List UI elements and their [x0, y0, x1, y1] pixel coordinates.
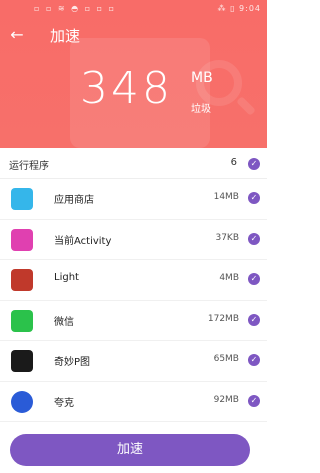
flashlight-icon: [11, 269, 33, 291]
app-name: 应用商店: [54, 195, 94, 206]
select-all-checkbox-icon[interactable]: ✓: [248, 158, 260, 170]
speed-up-button[interactable]: 加速: [10, 434, 250, 466]
status-icons-left: ▫ ▫ ≋ ◓ ▫ ▫ ▫: [34, 4, 117, 13]
list-item[interactable]: 当前Activity 37KB ✓: [0, 219, 267, 260]
app-size: 92MB: [213, 394, 239, 405]
app-list: 应用商店 14MB ✓ 当前Activity 37KB ✓ Light 4MB …: [0, 179, 267, 422]
list-item[interactable]: 夸克 92MB ✓: [0, 381, 267, 422]
magnifier-handle: [236, 96, 256, 116]
status-bar: ▫ ▫ ≋ ◓ ▫ ▫ ▫ ⁂ ▯ 9:04: [0, 0, 267, 18]
checkbox-icon[interactable]: ✓: [248, 192, 260, 204]
back-arrow-icon[interactable]: ←: [8, 26, 26, 44]
app-size: 37KB: [215, 232, 239, 243]
app-name: 夸克: [54, 397, 74, 409]
checkbox-icon[interactable]: ✓: [248, 273, 260, 285]
section-title: 运行程序: [9, 161, 49, 172]
activity-icon: [11, 228, 33, 251]
status-icons-right: ⁂ ▯ 9:04: [217, 4, 261, 13]
app-size: 14MB: [213, 192, 239, 202]
summary-header: ▫ ▫ ≋ ◓ ▫ ▫ ▫ ⁂ ▯ 9:04 ← 加速 348 MB 垃圾: [0, 0, 267, 148]
app-size: 4MB: [219, 273, 239, 283]
photo-editor-icon: [11, 350, 33, 372]
app-name: 当前Activity: [54, 235, 112, 247]
section-count: 6: [230, 157, 237, 168]
running-programs-header[interactable]: 运行程序 6 ✓: [0, 150, 267, 179]
junk-size-label: 垃圾: [191, 104, 211, 115]
junk-size-value: 348: [80, 63, 173, 114]
app-name: Light: [54, 272, 79, 283]
app-store-icon: [11, 188, 33, 210]
list-item[interactable]: Light 4MB ✓: [0, 260, 267, 301]
quark-icon: [11, 390, 33, 413]
junk-size-unit: MB: [191, 70, 213, 86]
list-item[interactable]: 奇妙P图 65MB ✓: [0, 341, 267, 382]
app-size: 172MB: [207, 313, 239, 324]
checkbox-icon[interactable]: ✓: [248, 232, 260, 245]
checkbox-icon[interactable]: ✓: [248, 313, 260, 326]
list-item[interactable]: 微信 172MB ✓: [0, 300, 267, 341]
app-name: 奇妙P图: [54, 357, 91, 368]
checkbox-icon[interactable]: ✓: [248, 394, 260, 407]
app-name: 微信: [54, 316, 74, 328]
page-title: 加速: [50, 27, 81, 45]
wechat-icon: [11, 309, 33, 332]
list-item[interactable]: 应用商店 14MB ✓: [0, 179, 267, 220]
app-size: 65MB: [213, 354, 239, 364]
checkbox-icon[interactable]: ✓: [248, 354, 260, 366]
